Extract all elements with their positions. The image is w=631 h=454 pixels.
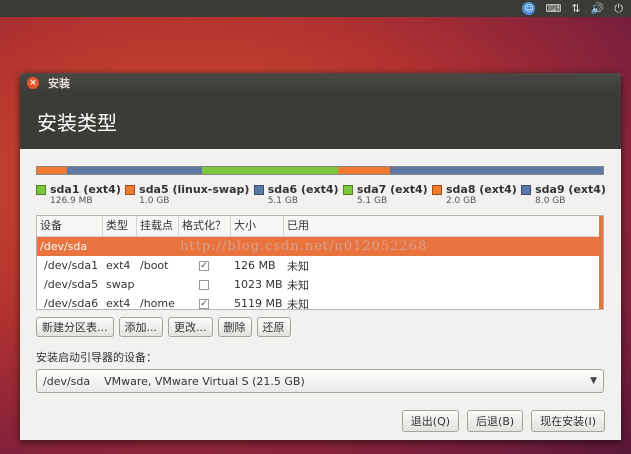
legend-item: sda5 (linux-swap) 1.0 GB bbox=[125, 183, 249, 206]
installer-window: × 安装 安装类型 sda1 (ext4) 126.9 MB sda5 (linu… bbox=[20, 73, 621, 440]
boot-device-select[interactable]: /dev/sda VMware, VMware Virtual S (21.5 … bbox=[36, 369, 604, 393]
dropdown-arrow-icon: ▼ bbox=[590, 376, 597, 386]
column-header[interactable]: 设备 bbox=[37, 216, 103, 236]
column-header[interactable]: 大小 bbox=[231, 216, 284, 236]
quit-button[interactable]: 退出(Q) bbox=[401, 410, 460, 432]
delete-partition-button[interactable]: 删除 bbox=[217, 317, 252, 337]
table-header: 设备 类型 挂载点 格式化？ 大小 已用 bbox=[37, 216, 603, 237]
network-icon[interactable]: ⇅ bbox=[571, 2, 580, 15]
partition-segment-sda5 bbox=[67, 167, 202, 174]
partition-actions: 新建分区表... 添加... 更改... 删除 还原 bbox=[36, 317, 291, 337]
back-button[interactable]: 后退(B) bbox=[467, 410, 524, 432]
page-heading: 安装类型 bbox=[20, 93, 621, 149]
table-row[interactable]: /dev/sda5 swap 1023 MB 未知 bbox=[37, 275, 603, 294]
partition-legend: sda1 (ext4) 126.9 MB sda5 (linux-swap) 1.0… bbox=[36, 183, 606, 206]
partition-segment-sda8 bbox=[338, 167, 390, 174]
accessibility-icon[interactable]: ☺ bbox=[522, 2, 536, 15]
table-row-disk[interactable]: /dev/sda bbox=[37, 237, 603, 256]
column-header[interactable]: 已用 bbox=[284, 216, 603, 236]
change-partition-button[interactable]: 更改... bbox=[168, 317, 213, 337]
table-row[interactable]: /dev/sda6 ext4 /home ✓ 5119 MB 未知 bbox=[37, 294, 603, 309]
column-header[interactable]: 挂载点 bbox=[137, 216, 179, 236]
format-checkbox[interactable] bbox=[199, 279, 209, 290]
add-partition-button[interactable]: 添加... bbox=[118, 317, 163, 337]
legend-item: sda1 (ext4) 126.9 MB bbox=[36, 183, 121, 206]
top-panel: ☺ ⌨ ⇅ 🔊 ⏻ bbox=[0, 0, 631, 17]
new-partition-table-button[interactable]: 新建分区表... bbox=[36, 317, 114, 337]
partition-segment-sda9 bbox=[390, 167, 603, 174]
power-icon[interactable]: ⏻ bbox=[614, 2, 623, 16]
window-title: 安装 bbox=[48, 77, 70, 90]
format-checkbox[interactable]: ✓ bbox=[199, 260, 209, 271]
partition-segment-sda7 bbox=[202, 167, 338, 174]
table-row[interactable]: /dev/sda1 ext4 /boot ✓ 126 MB 未知 bbox=[37, 256, 603, 275]
boot-device-label: 安装启动引导器的设备： bbox=[36, 351, 157, 364]
legend-item: sda9 (ext4) 8.0 GB bbox=[521, 183, 606, 206]
keyboard-icon[interactable]: ⌨ bbox=[545, 2, 561, 15]
legend-item: sda8 (ext4) 2.0 GB bbox=[431, 183, 517, 206]
close-icon[interactable]: × bbox=[27, 77, 39, 89]
legend-swatch bbox=[125, 185, 136, 195]
install-now-button[interactable]: 现在安装(I) bbox=[531, 410, 605, 432]
column-header[interactable]: 格式化？ bbox=[179, 216, 231, 236]
legend-swatch bbox=[521, 185, 532, 195]
title-bar: × 安装 bbox=[20, 73, 621, 93]
dialog-actions: 退出(Q) 后退(B) 现在安装(I) bbox=[401, 410, 605, 432]
partition-segment-sda1 bbox=[37, 167, 67, 174]
legend-item: sda6 (ext4) 5.1 GB bbox=[253, 183, 339, 206]
column-header[interactable]: 类型 bbox=[103, 216, 137, 236]
boot-device-value: /dev/sda VMware, VMware Virtual S (21.5 … bbox=[43, 374, 305, 388]
format-checkbox[interactable]: ✓ bbox=[199, 298, 209, 309]
legend-swatch bbox=[36, 185, 46, 195]
partition-table[interactable]: 设备 类型 挂载点 格式化？ 大小 已用 /dev/sda /dev/sda1 … bbox=[36, 215, 604, 310]
partition-bar bbox=[36, 166, 604, 175]
legend-swatch bbox=[431, 185, 442, 195]
scrollbar[interactable] bbox=[599, 216, 603, 309]
legend-swatch bbox=[253, 185, 264, 195]
legend-item: sda7 (ext4) 5.1 GB bbox=[342, 183, 428, 206]
legend-swatch bbox=[342, 185, 353, 195]
revert-button[interactable]: 还原 bbox=[256, 317, 291, 337]
volume-icon[interactable]: 🔊 bbox=[591, 2, 605, 15]
